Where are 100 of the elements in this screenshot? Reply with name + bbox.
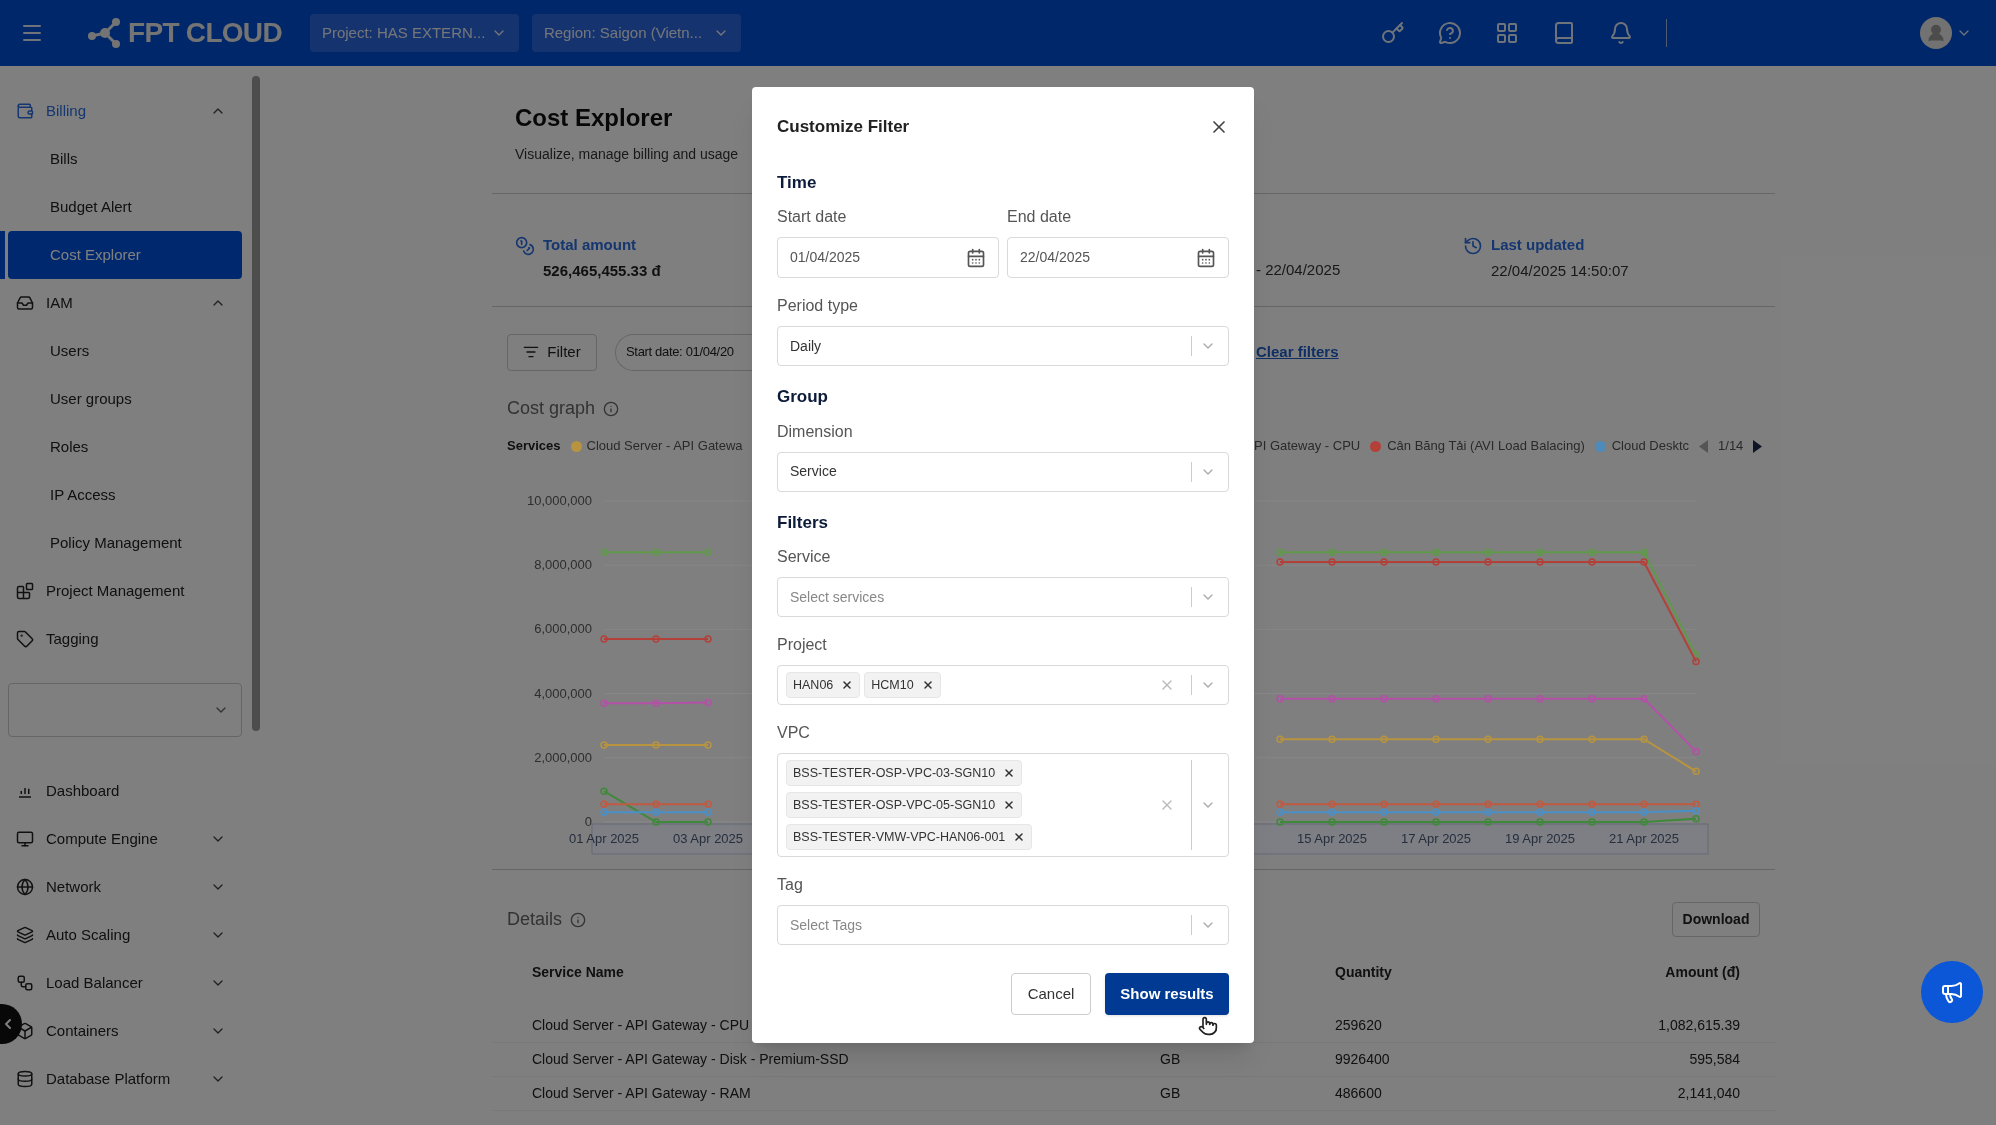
y-tick-label: 10,000,000 (526, 493, 592, 508)
region-select[interactable]: Region: Saigon (Vietn... (531, 14, 741, 52)
sidebar-item[interactable]: Database Platform (0, 1055, 262, 1103)
select-input[interactable]: Select services (786, 586, 1086, 608)
point (600, 635, 608, 643)
point (1276, 558, 1284, 566)
sidebar-item[interactable]: Compute Engine (0, 815, 262, 863)
x-tick-label: 03 Apr 2025 (672, 831, 744, 846)
point (1536, 558, 1544, 566)
date-field[interactable]: 01/04/2025 (777, 237, 999, 278)
next-page-icon[interactable] (1753, 439, 1763, 453)
chip-label: BSS-TESTER-VMW-VPC-HAN06-001 (793, 828, 1006, 846)
sidebar-item[interactable]: Auto Scaling (0, 911, 262, 959)
remove-icon[interactable] (1003, 799, 1016, 811)
sidebar-subitem[interactable]: Bills (8, 135, 242, 183)
grid-icon[interactable] (1495, 21, 1519, 45)
point (1536, 808, 1544, 817)
legend-label[interactable]: Cloud Desktc (1611, 436, 1690, 456)
y-tick-label: 8,000,000 (534, 557, 592, 573)
point (1484, 808, 1492, 817)
info-icon (603, 400, 620, 417)
select-field[interactable]: BSS-TESTER-OSP-VPC-03-SGN10 BSS-TESTER-OSP-VPC-05-SGN10 BSS-TESTER-VMW-VPC-HAN06-001 (777, 753, 1229, 857)
book-icon[interactable] (1552, 21, 1576, 45)
help-chat-icon[interactable] (1438, 21, 1462, 45)
point (1588, 800, 1596, 809)
point (652, 741, 660, 749)
legend-label[interactable]: Cloud Server - API Gatewa (586, 436, 743, 456)
sidebar-subitem[interactable]: User groups (8, 375, 242, 423)
point (1588, 548, 1596, 557)
table-cell-text: 595,584 (1688, 1050, 1740, 1069)
select-input[interactable]: Select Tags (786, 914, 1086, 936)
table-cell-text: 2,141,040 (1676, 1084, 1740, 1103)
point (1380, 735, 1388, 743)
point (704, 741, 712, 749)
select-field[interactable]: HAN06 HCM10 (777, 665, 1229, 705)
select-field[interactable]: Select services (777, 577, 1229, 617)
sidebar-item[interactable]: Network (0, 863, 262, 911)
point (1484, 800, 1492, 809)
point (652, 808, 660, 817)
select-field[interactable]: Service (777, 451, 1229, 492)
legend-label[interactable]: Cân Băng Tải (AVI Load Balacing) (1387, 436, 1585, 456)
sidebar-subitem[interactable]: Policy Management (8, 519, 242, 567)
point (1276, 818, 1284, 826)
table-cell-text: 1,082,615.39 (1657, 1016, 1740, 1035)
point (1276, 548, 1284, 557)
stat-value: 22/04/2025 14:50:07 (1491, 261, 1629, 281)
table-cell-text: Cloud Server - API Gateway - RAM (532, 1084, 752, 1103)
field-label: Period type (777, 296, 859, 316)
remove-icon[interactable] (841, 679, 854, 691)
x-tick-label: 01 Apr 2025 (568, 831, 640, 846)
sidebar-item[interactable]: Dashboard (0, 767, 262, 815)
previous-page-icon[interactable] (1699, 439, 1709, 453)
point (1432, 735, 1440, 743)
remove-icon[interactable] (1003, 767, 1016, 779)
point (1588, 735, 1596, 743)
point (1328, 694, 1336, 703)
bell-icon[interactable] (1609, 21, 1633, 45)
download-button[interactable]: Download (1672, 902, 1760, 937)
y-tick-label: 6,000,000 (534, 621, 592, 637)
select-field[interactable]: Select Tags (777, 905, 1229, 945)
filter-button[interactable]: Filter (507, 333, 597, 371)
point (652, 800, 660, 809)
cancel-button[interactable]: Cancel (1011, 973, 1091, 1015)
point (1588, 558, 1596, 566)
select-value: Daily (789, 336, 822, 356)
point (1276, 808, 1284, 817)
point (1432, 818, 1440, 826)
point (1432, 694, 1440, 703)
project-select[interactable]: Project: HAS EXTERN... (309, 14, 519, 52)
show-results-button[interactable]: Show results (1105, 973, 1229, 1015)
table-cell-text: 259620 (1335, 1016, 1383, 1035)
column-header: Quantity (1335, 962, 1393, 982)
point (704, 808, 712, 817)
stat-label: Last updated (1491, 234, 1586, 255)
y-tick-label: 0 (584, 814, 592, 829)
sidebar-subitem[interactable]: Budget Alert (8, 183, 242, 231)
point (1640, 808, 1648, 817)
x-tick-label: 19 Apr 2025 (1504, 831, 1576, 846)
point (1328, 735, 1336, 743)
section-heading: Filters (777, 511, 830, 534)
table-cell-text: 486600 (1335, 1084, 1383, 1103)
date-field[interactable]: 22/04/2025 (1007, 237, 1229, 278)
tag-icon (16, 630, 34, 648)
clear-filters-link[interactable]: Clear filters (1256, 340, 1339, 364)
point (1692, 807, 1700, 815)
remove-icon[interactable] (921, 679, 934, 691)
sidebar-subitem[interactable]: IP Access (8, 471, 242, 519)
legend-label[interactable]: PI Gateway - CPU (1254, 436, 1361, 456)
info-icon (570, 911, 587, 928)
point (1328, 818, 1336, 826)
point (1484, 694, 1492, 703)
key-icon[interactable] (1381, 21, 1405, 45)
remove-icon[interactable] (1013, 831, 1026, 843)
sidebar-subitem[interactable]: Cost Explorer (8, 231, 242, 279)
point (1380, 800, 1388, 809)
point (652, 548, 660, 557)
select-field[interactable]: Daily (777, 326, 1229, 366)
sidebar-subitem[interactable]: Roles (8, 423, 242, 471)
point (652, 699, 660, 707)
sidebar-subitem[interactable]: Users (8, 327, 242, 375)
